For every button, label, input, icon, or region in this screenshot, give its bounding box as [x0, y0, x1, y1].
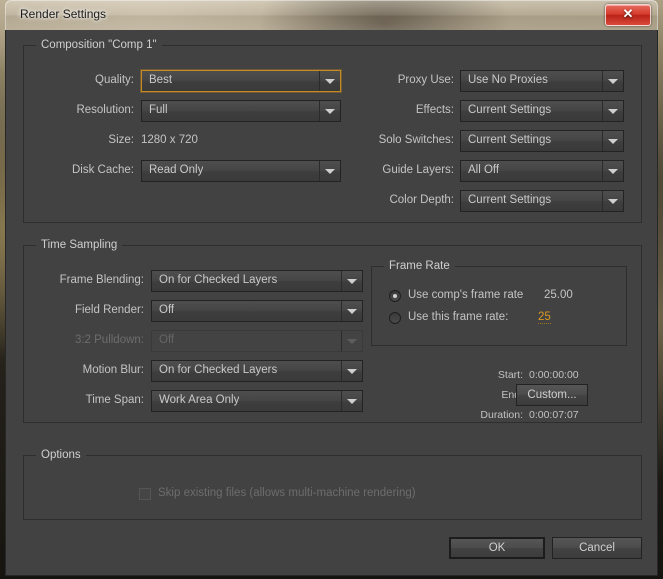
comp-frame-rate-value: 25.00: [544, 289, 573, 301]
chevron-down-icon: [608, 169, 618, 174]
frame-blending-dropdown-arrow-box: [341, 271, 362, 291]
chevron-down-icon: [608, 79, 618, 84]
effects-dropdown[interactable]: Current Settings: [460, 100, 624, 122]
field-render-dropdown[interactable]: Off: [151, 300, 363, 322]
cancel-button[interactable]: Cancel: [552, 537, 642, 559]
chevron-down-icon: [608, 139, 618, 144]
chevron-down-icon: [608, 199, 618, 204]
chevron-down-icon: [347, 399, 357, 404]
frame-blending-dropdown[interactable]: On for Checked Layers: [151, 270, 363, 292]
frame-blending-label: Frame Blending:: [59, 274, 144, 286]
frame-rate-group-label: Frame Rate: [384, 260, 455, 272]
pulldown-dropdown-arrow-box: [341, 331, 362, 351]
time-sampling-group: Time Sampling Frame Blending: On for Che…: [23, 239, 642, 423]
guide-layers-label: Guide Layers:: [382, 164, 454, 176]
disk-cache-label: Disk Cache:: [72, 164, 134, 176]
use-this-frame-rate-label: Use this frame rate:: [408, 311, 509, 323]
solo-switches-dropdown[interactable]: Current Settings: [460, 130, 624, 152]
time-span-dropdown[interactable]: Work Area Only: [151, 390, 363, 412]
solo-switches-dropdown-arrow-box: [602, 131, 623, 151]
proxy-use-dropdown[interactable]: Use No Proxies: [460, 70, 624, 92]
custom-time-span-button[interactable]: Custom...: [516, 384, 588, 406]
time-span-value: Work Area Only: [159, 394, 240, 406]
window-title: Render Settings: [20, 7, 107, 21]
render-settings-window: Render Settings ✕ Composition "Comp 1" Q…: [5, 0, 658, 576]
pulldown-label: 3:2 Pulldown:: [74, 334, 144, 346]
options-group-label: Options: [36, 449, 86, 461]
close-button[interactable]: ✕: [605, 4, 651, 26]
solo-switches-value: Current Settings: [468, 134, 552, 146]
skip-existing-files-checkbox: [139, 488, 151, 500]
field-render-dropdown-arrow-box: [341, 301, 362, 321]
effects-label: Effects:: [415, 104, 454, 116]
chevron-down-icon: [347, 369, 357, 374]
chevron-down-icon: [347, 339, 357, 344]
effects-value: Current Settings: [468, 104, 552, 116]
chevron-down-icon: [608, 109, 618, 114]
guide-layers-dropdown-arrow-box: [602, 161, 623, 181]
skip-existing-files-label: Skip existing files (allows multi-machin…: [158, 487, 416, 499]
options-group: Options Skip existing files (allows mult…: [23, 449, 642, 520]
chevron-down-icon: [347, 309, 357, 314]
composition-group-label: Composition "Comp 1": [36, 39, 162, 51]
motion-blur-label: Motion Blur:: [82, 364, 144, 376]
start-label: Start:: [497, 369, 523, 381]
frame-blending-value: On for Checked Layers: [159, 274, 278, 286]
time-sampling-group-label: Time Sampling: [36, 239, 123, 251]
motion-blur-dropdown-arrow-box: [341, 361, 362, 381]
time-span-label: Time Span:: [85, 394, 144, 406]
window-titlebar[interactable]: Render Settings ✕: [5, 0, 658, 30]
color-depth-dropdown[interactable]: Current Settings: [460, 190, 624, 212]
color-depth-value: Current Settings: [468, 194, 552, 206]
frame-rate-group: Frame Rate Use comp's frame rate 25.00 U…: [371, 260, 627, 346]
motion-blur-dropdown[interactable]: On for Checked Layers: [151, 360, 363, 382]
proxy-use-dropdown-arrow-box: [602, 71, 623, 91]
close-icon: ✕: [622, 6, 634, 21]
resolution-label: Resolution:: [76, 104, 134, 116]
custom-frame-rate-input[interactable]: 25: [538, 311, 551, 324]
duration-label: Duration:: [480, 409, 523, 421]
pulldown-dropdown: Off: [151, 330, 363, 352]
pulldown-value: Off: [159, 334, 175, 346]
time-span-dropdown-arrow-box: [341, 391, 362, 411]
dialog-body: Composition "Comp 1" Quality: Best Resol…: [5, 30, 658, 576]
end-label: End:: [501, 389, 523, 401]
guide-layers-dropdown[interactable]: All Off: [460, 160, 624, 182]
motion-blur-value: On for Checked Layers: [159, 364, 278, 376]
effects-dropdown-arrow-box: [602, 101, 623, 121]
resolution-value: Full: [149, 104, 168, 116]
solo-switches-label: Solo Switches:: [378, 134, 454, 146]
use-comp-frame-rate-label: Use comp's frame rate: [408, 289, 524, 301]
field-render-value: Off: [159, 304, 175, 316]
radio-use-comp-frame-rate[interactable]: [389, 290, 401, 302]
color-depth-dropdown-arrow-box: [602, 191, 623, 211]
field-render-label: Field Render:: [74, 304, 144, 316]
composition-group: Composition "Comp 1" Quality: Best Resol…: [23, 39, 642, 223]
color-depth-label: Color Depth:: [389, 194, 454, 206]
proxy-use-label: Proxy Use:: [397, 74, 454, 86]
guide-layers-value: All Off: [468, 164, 500, 176]
disk-cache-value: Read Only: [149, 164, 204, 176]
quality-value: Best: [149, 74, 173, 86]
ok-button[interactable]: OK: [449, 537, 545, 559]
proxy-use-value: Use No Proxies: [468, 74, 548, 86]
size-label: Size:: [108, 134, 134, 146]
size-value: 1280 x 720: [141, 134, 198, 146]
radio-use-this-frame-rate[interactable]: [389, 312, 401, 324]
quality-label: Quality:: [95, 74, 134, 86]
chevron-down-icon: [347, 279, 357, 284]
